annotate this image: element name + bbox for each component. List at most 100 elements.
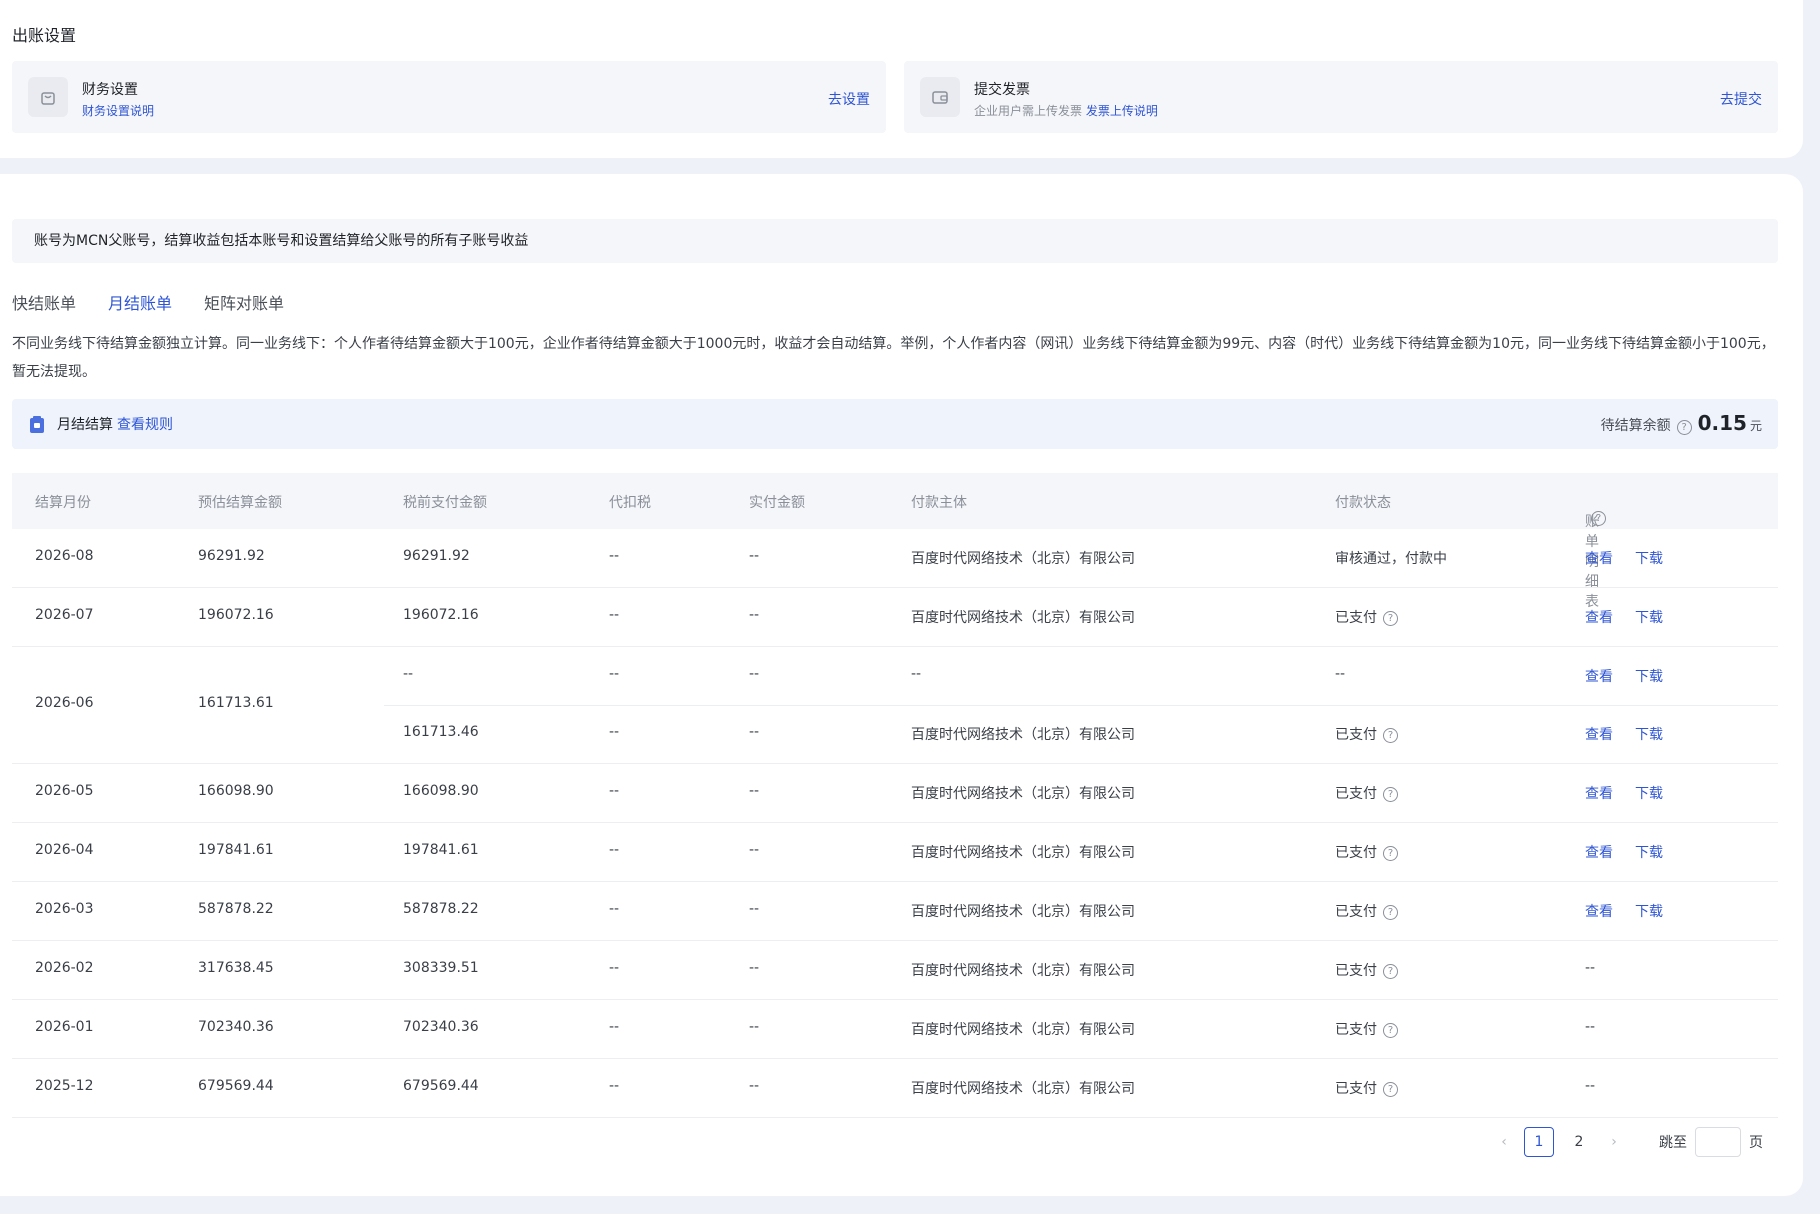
help-icon[interactable]: ?: [1383, 610, 1398, 626]
submit-invoice-title: 提交发票: [974, 82, 1030, 98]
cell-status: 已支付?: [1335, 842, 1398, 862]
cell-status: --: [1335, 666, 1346, 682]
cell-pretax: 161713.46: [403, 724, 479, 740]
page-1-button[interactable]: 1: [1524, 1127, 1554, 1157]
cell-estimate: 587878.22: [198, 901, 274, 917]
cell-tax: --: [609, 783, 620, 799]
col-header-tax: 代扣税: [609, 495, 651, 511]
help-icon[interactable]: ?: [1676, 420, 1692, 435]
cell-status: 已支付?: [1335, 1078, 1398, 1098]
status-text: 已支付: [1335, 963, 1377, 979]
view-link[interactable]: 查看: [1585, 786, 1613, 802]
table-header: 结算月份 预估结算金额 税前支付金额 代扣税 实付金额 付款主体 付款状态 账单…: [12, 473, 1778, 610]
pagination: ‹ 1 2 › 跳至 页: [1489, 1127, 1763, 1157]
view-link[interactable]: 查看: [1585, 669, 1613, 685]
table-row: 2025-12 679569.44 679569.44 -- -- 百度时代网络技术（北京…: [12, 1059, 1778, 1118]
col-header-paid: 实付金额: [749, 495, 805, 511]
cell-status: 已支付?: [1335, 1019, 1398, 1039]
cell-payer: 百度时代网络技术（北京）有限公司: [911, 727, 1135, 743]
table-subrow: -- -- -- -- -- 查看 下载: [384, 647, 1778, 706]
cell-month: 2026-03: [35, 901, 94, 917]
download-link[interactable]: 下载: [1635, 669, 1663, 685]
cell-paid: --: [749, 607, 760, 623]
status-text: 已支付: [1335, 845, 1377, 861]
cell-detail: 查看 下载: [1585, 607, 1663, 627]
cell-pretax: 702340.36: [403, 1019, 479, 1035]
download-link[interactable]: 下载: [1635, 786, 1663, 802]
cell-payer: 百度时代网络技术（北京）有限公司: [911, 904, 1135, 920]
cell-pretax: 196072.16: [403, 607, 479, 623]
cell-status: 已支付?: [1335, 724, 1398, 744]
col-header-pretax: 税前支付金额: [403, 495, 487, 511]
help-icon[interactable]: ?: [1383, 1022, 1398, 1038]
pending-balance-amount: 0.15: [1697, 411, 1747, 435]
monthly-settlement-label: 月结结算: [57, 417, 113, 433]
cell-estimate: 679569.44: [198, 1078, 274, 1094]
cell-paid: --: [749, 666, 760, 682]
status-text: 已支付: [1335, 904, 1377, 920]
download-link[interactable]: 下载: [1635, 551, 1663, 567]
go-submit-link[interactable]: 去提交: [1720, 89, 1762, 109]
help-icon[interactable]: ?: [1383, 786, 1398, 802]
download-link[interactable]: 下载: [1635, 610, 1663, 626]
status-text: 已支付: [1335, 727, 1377, 743]
cell-estimate: 166098.90: [198, 783, 274, 799]
cell-detail: 查看 下载: [1585, 548, 1663, 568]
view-rules-link[interactable]: 查看规则: [117, 417, 173, 433]
table-row: 2026-08 96291.92 96291.92 -- -- 百度时代网络技术（北京）有…: [12, 529, 1778, 588]
cell-pretax: --: [403, 666, 414, 682]
invoice-help-link[interactable]: 发票上传说明: [1086, 104, 1158, 118]
cell-tax: --: [609, 901, 620, 917]
cell-payer: 百度时代网络技术（北京）有限公司: [911, 845, 1135, 861]
cell-month: 2026-06: [35, 695, 94, 711]
cell-tax: --: [609, 1019, 620, 1035]
table-row: 2026-02 317638.45 308339.51 -- -- 百度时代网络技术（北京…: [12, 941, 1778, 1000]
cell-pretax: 587878.22: [403, 901, 479, 917]
cell-estimate: 161713.61: [198, 695, 274, 711]
cell-detail: 查看 下载: [1585, 901, 1663, 921]
view-link[interactable]: 查看: [1585, 610, 1613, 626]
table-row: 2026-04 197841.61 197841.61 -- -- 百度时代网络技术（北京…: [12, 823, 1778, 882]
cell-pretax: 96291.92: [403, 548, 470, 564]
download-link[interactable]: 下载: [1635, 845, 1663, 861]
status-text: 审核通过，付款中: [1335, 551, 1447, 567]
help-icon[interactable]: ?: [1383, 1081, 1398, 1097]
prev-page-icon[interactable]: ‹: [1489, 1134, 1519, 1150]
next-page-icon[interactable]: ›: [1599, 1134, 1629, 1150]
view-link[interactable]: 查看: [1585, 551, 1613, 567]
jump-page-input[interactable]: [1695, 1127, 1741, 1157]
cell-payer: 百度时代网络技术（北京）有限公司: [911, 1081, 1135, 1097]
finance-settings-help-link[interactable]: 财务设置说明: [82, 104, 154, 118]
help-icon[interactable]: ?: [1383, 845, 1398, 861]
cell-paid: --: [749, 1078, 760, 1094]
cell-status: 审核通过，付款中: [1335, 548, 1447, 568]
cell-month: 2026-04: [35, 842, 94, 858]
help-icon[interactable]: ?: [1383, 727, 1398, 743]
cell-detail: 查看 下载: [1585, 842, 1663, 862]
page-2-button[interactable]: 2: [1564, 1127, 1594, 1157]
view-link[interactable]: 查看: [1585, 727, 1613, 743]
status-text: 已支付: [1335, 1022, 1377, 1038]
tab-quick-bill[interactable]: 快结账单: [12, 290, 76, 314]
help-icon[interactable]: ?: [1591, 511, 1606, 526]
cell-tax: --: [609, 1078, 620, 1094]
cell-detail: 查看 下载: [1585, 724, 1663, 744]
cell-pretax: 679569.44: [403, 1078, 479, 1094]
view-link[interactable]: 查看: [1585, 904, 1613, 920]
cell-estimate: 317638.45: [198, 960, 274, 976]
help-icon[interactable]: ?: [1383, 963, 1398, 979]
billing-settings-panel: 出账设置 财务设置 财务设置说明 去设置 提交发票 企业用户需上传发票 发票上传…: [0, 0, 1803, 158]
tab-monthly-bill[interactable]: 月结账单: [108, 290, 172, 314]
help-icon[interactable]: ?: [1383, 904, 1398, 920]
view-link[interactable]: 查看: [1585, 845, 1613, 861]
status-text: 已支付: [1335, 1081, 1377, 1097]
download-link[interactable]: 下载: [1635, 727, 1663, 743]
bill-icon: [30, 416, 44, 433]
cell-detail: --: [1585, 1078, 1596, 1094]
col-header-status: 付款状态: [1335, 495, 1391, 511]
tab-matrix-statement[interactable]: 矩阵对账单: [204, 290, 284, 314]
cell-month: 2026-02: [35, 960, 94, 976]
cell-pretax: 308339.51: [403, 960, 479, 976]
download-link[interactable]: 下载: [1635, 904, 1663, 920]
go-settings-link[interactable]: 去设置: [828, 89, 870, 109]
